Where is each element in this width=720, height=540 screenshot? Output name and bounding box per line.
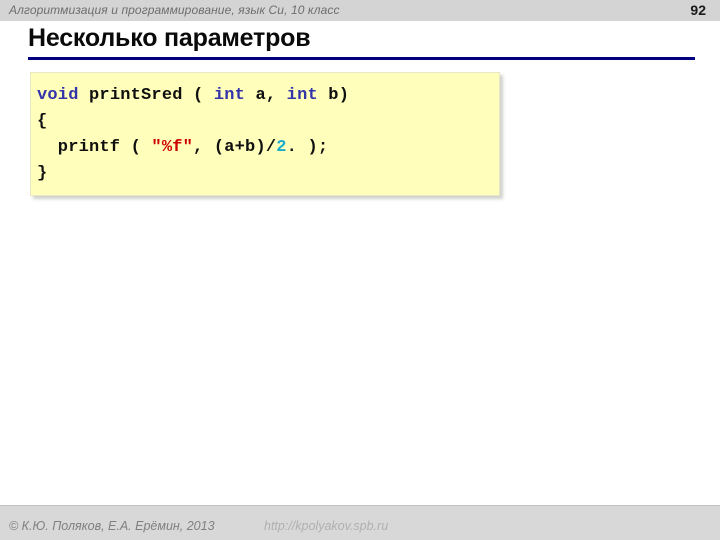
code-block: void printSred ( int a, int b) { printf (… <box>30 72 500 196</box>
code-text: . ); <box>286 138 329 157</box>
footer-copyright-label: © К.Ю. Поляков, Е.А. Ерёмин, 2013 <box>9 519 215 533</box>
code-line: { <box>37 109 499 135</box>
code-text: a, <box>245 86 287 105</box>
code-number: 2 <box>276 138 287 157</box>
page-title: Несколько параметров <box>28 24 311 52</box>
code-lines-container: void printSred ( int a, int b) { printf (… <box>37 83 499 187</box>
code-keyword: void <box>37 86 79 105</box>
code-line: printf ( "%f", (a+b)/2. ); <box>37 135 499 161</box>
page-number: 92 <box>690 2 706 18</box>
header-subject-label: Алгоритмизация и программирование, язык … <box>9 3 340 17</box>
title-underline-rule <box>28 57 695 60</box>
code-text: , (a+b)/ <box>193 138 277 157</box>
code-text: printSred ( <box>78 86 214 105</box>
footer-url-link[interactable]: http://kpolyakov.spb.ru <box>264 519 388 533</box>
code-text: { <box>37 112 48 131</box>
code-text: printf ( <box>37 138 152 157</box>
code-string: "%f" <box>151 138 194 157</box>
code-line: } <box>37 161 499 187</box>
code-text: b) <box>317 86 350 105</box>
code-line: void printSred ( int a, int b) <box>37 83 499 109</box>
code-keyword: int <box>286 86 318 105</box>
code-keyword: int <box>213 86 246 105</box>
code-text: } <box>37 164 48 183</box>
